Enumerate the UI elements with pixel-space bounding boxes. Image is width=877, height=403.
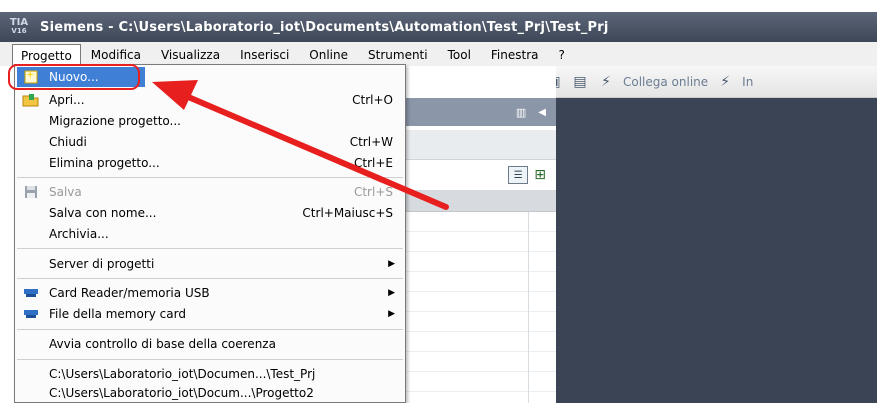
menu-item-archivia[interactable]: Archivia...: [15, 223, 405, 245]
menu-separator: [17, 177, 403, 178]
menu-inserisci[interactable]: Inserisci: [230, 44, 299, 66]
menu-finestra[interactable]: Finestra: [481, 44, 549, 66]
menu-visualizza[interactable]: Visualizza: [151, 44, 230, 66]
menu-item-memory-card[interactable]: File della memory card ▶: [15, 303, 405, 325]
menu-item-migrazione[interactable]: Migrazione progetto...: [15, 110, 405, 132]
menu-strumenti[interactable]: Strumenti: [358, 44, 438, 66]
annotation-highlight-ring: [8, 64, 140, 90]
runtime-icon[interactable]: ▤: [571, 73, 589, 91]
submenu-arrow-icon: ▶: [388, 259, 395, 269]
tia-logo-icon: TIA V16: [9, 17, 29, 36]
workspace-area: [556, 98, 877, 403]
menu-tool[interactable]: Tool: [438, 44, 481, 66]
menu-item-elimina[interactable]: Elimina progetto... Ctrl+E: [15, 152, 405, 174]
go-online-button[interactable]: Collega online: [623, 75, 708, 89]
project-tree-header: ▥ ◀: [400, 98, 556, 126]
menu-progetto[interactable]: Progetto: [12, 44, 81, 66]
memory-card-icon: [21, 305, 41, 323]
menu-item-card-reader[interactable]: Card Reader/memoria USB ▶: [15, 282, 405, 304]
window-title: Siemens - C:\Users\Laboratorio_iot\Docum…: [40, 19, 609, 35]
card-reader-icon: [21, 284, 41, 302]
collapse-panel-icon[interactable]: ◀: [538, 107, 546, 118]
list-view-icon[interactable]: ☰: [508, 166, 529, 184]
go-offline-icon[interactable]: ⚡: [716, 73, 734, 91]
project-tree-rows: [400, 212, 556, 403]
project-tree-tools: ☰ ⊞: [400, 160, 556, 190]
recent-project-2[interactable]: C:\Users\Laboratorio_iot\Docum...\Proget…: [15, 382, 405, 403]
menu-separator: [17, 359, 403, 360]
menu-modifica[interactable]: Modifica: [81, 44, 151, 66]
panel-layout-icon[interactable]: ▥: [516, 106, 526, 119]
save-disk-icon: [21, 183, 41, 201]
menu-bar: Progetto Modifica Visualizza Inserisci O…: [0, 42, 877, 66]
progetto-dropdown-menu: Nuovo... Apri... Ctrl+O Migrazione proge…: [14, 64, 406, 403]
add-device-icon[interactable]: ⊞: [534, 167, 546, 183]
menu-item-controllo-coerenza[interactable]: Avvia controllo di base della coerenza: [15, 333, 405, 355]
submenu-arrow-icon: ▶: [388, 288, 395, 298]
tia-portal-window: TIA V16 Siemens - C:\Users\Laboratorio_i…: [0, 0, 877, 403]
menu-item-salva[interactable]: Salva Ctrl+S: [15, 181, 405, 203]
menu-item-salva-con-nome[interactable]: Salva con nome... Ctrl+Maiusc+S: [15, 202, 405, 224]
column-divider: [528, 212, 529, 403]
menu-item-apri[interactable]: Apri... Ctrl+O: [15, 89, 405, 111]
open-folder-icon: [21, 91, 41, 109]
menu-online[interactable]: Online: [299, 44, 358, 66]
menu-separator: [17, 278, 403, 279]
menu-item-server-progetti[interactable]: Server di progetti ▶: [15, 253, 405, 275]
submenu-arrow-icon: ▶: [388, 309, 395, 319]
project-tree-column-header: [400, 190, 556, 212]
menu-separator: [17, 248, 403, 249]
project-tree-subheader: [400, 130, 556, 160]
menu-separator: [17, 329, 403, 330]
menu-item-chiudi[interactable]: Chiudi Ctrl+W: [15, 131, 405, 153]
title-bar: TIA V16 Siemens - C:\Users\Laboratorio_i…: [0, 12, 877, 42]
go-online-icon[interactable]: ⚡: [597, 73, 615, 91]
menu-help[interactable]: ?: [549, 44, 575, 66]
truncated-toolbar-label[interactable]: In: [742, 75, 753, 89]
